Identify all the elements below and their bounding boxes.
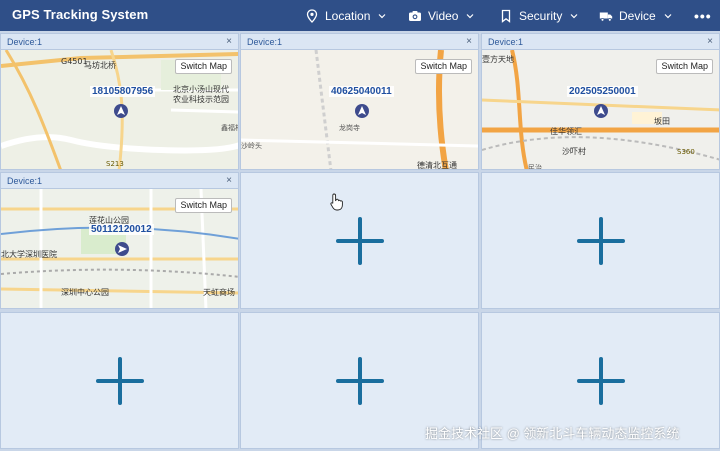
chevron-down-icon: [664, 13, 672, 18]
switch-map-button[interactable]: Switch Map: [415, 59, 472, 74]
cell-title: Device:1: [7, 37, 43, 47]
nav-security-label: Security: [519, 8, 563, 23]
map-view[interactable]: 壹方天地 坂田 佳华领汇 沙吓村 S360 民治 202505250001 Sw…: [482, 50, 719, 170]
switch-map-button[interactable]: Switch Map: [175, 198, 232, 213]
map-label: 农业科技示范园: [173, 94, 229, 104]
map-label: 北京小汤山现代: [173, 84, 229, 94]
nav-security[interactable]: Security: [499, 0, 578, 31]
nav-location[interactable]: Location: [305, 0, 386, 31]
map-label: 深圳中心公园: [61, 287, 109, 297]
map-label: 民治: [528, 163, 542, 170]
device-cell: Device:1 × 壹方天地 坂田 佳华领汇 沙吓村 S360 民治 2025…: [481, 33, 720, 170]
empty-cell: [0, 312, 239, 449]
map-label: 壹方天地: [482, 54, 514, 64]
camera-icon: [409, 10, 421, 21]
map-label: S213: [106, 160, 124, 168]
map-label: 沙吓村: [562, 146, 586, 156]
vehicle-marker-icon[interactable]: [355, 104, 369, 118]
map-label: 沙岭头: [241, 141, 262, 150]
device-id-label: 202505250001: [567, 86, 638, 97]
device-id-label: 18105807956: [90, 86, 156, 97]
bookmark-icon: [501, 9, 511, 23]
add-device-plus-icon[interactable]: [576, 356, 625, 405]
map-label: 天虹商场: [203, 287, 235, 297]
vehicle-marker-icon[interactable]: [115, 242, 129, 256]
switch-map-button[interactable]: Switch Map: [175, 59, 232, 74]
device-cell: Device:1 × G4501 马坊北桥 北京小汤山现代 农业科技示范园 S2…: [0, 33, 239, 170]
close-icon[interactable]: ×: [226, 173, 232, 189]
add-device-plus-icon[interactable]: [335, 216, 384, 265]
vehicle-marker-icon[interactable]: [114, 104, 128, 118]
map-label: 坂田: [654, 116, 670, 126]
nav-device[interactable]: Device: [599, 0, 672, 31]
map-view[interactable]: 莲花山公园 北大学深圳医院 深圳中心公园 天虹商场 50112120012 Sw…: [1, 189, 238, 308]
chevron-down-icon: [378, 13, 386, 18]
cell-header: Device:1 ×: [482, 34, 719, 50]
map-label: 龙岗寺: [339, 123, 360, 132]
top-bar: GPS Tracking System Location Video Secur…: [0, 0, 720, 31]
cell-header: Device:1 ×: [241, 34, 478, 50]
nav-video-label: Video: [428, 8, 459, 23]
close-icon[interactable]: ×: [707, 34, 713, 50]
map-label: 德清北互通: [417, 160, 457, 170]
more-menu-button[interactable]: •••: [694, 0, 712, 31]
cell-title: Device:1: [488, 37, 524, 47]
map-label: 佳华领汇: [550, 126, 582, 136]
nav-location-label: Location: [325, 8, 371, 23]
chevron-down-icon: [467, 13, 474, 18]
add-device-plus-icon[interactable]: [95, 356, 144, 405]
video-grid: Device:1 × G4501 马坊北桥 北京小汤山现代 农业科技示范园 S2…: [0, 33, 720, 451]
device-cell: Device:1 × 龙岗寺 沙岭头 德清北互通 40625040011 Swi…: [240, 33, 479, 170]
map-label: S360: [677, 148, 695, 156]
cell-title: Device:1: [7, 176, 43, 186]
empty-cell: [481, 172, 720, 309]
app-title: GPS Tracking System: [12, 7, 149, 22]
map-label: 马坊北桥: [84, 60, 116, 70]
map-label: 北大学深圳医院: [1, 249, 57, 259]
device-id-label: 50112120012: [89, 224, 154, 235]
nav-device-label: Device: [619, 8, 656, 23]
chevron-down-icon: [570, 13, 578, 18]
device-id-label: 40625040011: [329, 86, 394, 97]
location-pin-icon: [306, 8, 318, 23]
cell-header: Device:1 ×: [1, 34, 238, 50]
add-device-plus-icon[interactable]: [576, 216, 625, 265]
device-cell: Device:1 × 莲花山公园 北大学深圳医院 深圳中心公园 天虹商场 501…: [0, 172, 239, 309]
truck-icon: [599, 12, 613, 22]
map-view[interactable]: 龙岗寺 沙岭头 德清北互通 40625040011 Switch Map: [241, 50, 478, 170]
switch-map-button[interactable]: Switch Map: [656, 59, 713, 74]
map-label: 鑫福村: [221, 123, 239, 132]
hand-cursor-icon: [330, 193, 343, 211]
close-icon[interactable]: ×: [466, 34, 472, 50]
vehicle-marker-icon[interactable]: [594, 104, 608, 118]
cell-header: Device:1 ×: [1, 173, 238, 189]
add-device-plus-icon[interactable]: [335, 356, 384, 405]
nav-video[interactable]: Video: [408, 0, 474, 31]
close-icon[interactable]: ×: [226, 34, 232, 50]
empty-cell: [240, 172, 479, 309]
cell-title: Device:1: [247, 37, 283, 47]
map-view[interactable]: G4501 马坊北桥 北京小汤山现代 农业科技示范园 S213 鑫福村 1810…: [1, 50, 239, 169]
watermark-text: 掘金技术社区 @ 领新北斗车辆动态监控系统: [425, 426, 680, 441]
